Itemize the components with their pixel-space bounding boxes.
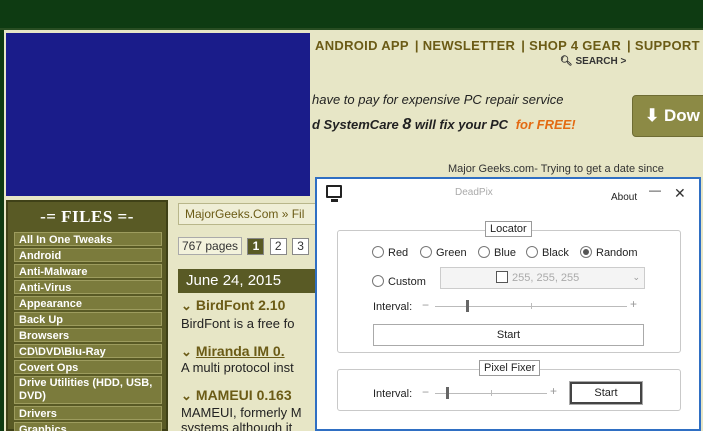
minus-icon[interactable]: − (422, 385, 429, 399)
search-icon: 🔍︎ (560, 56, 573, 67)
locator-start-button[interactable]: Start (373, 324, 644, 346)
category-item[interactable]: Browsers (14, 328, 162, 342)
category-item[interactable]: Graphics (14, 422, 162, 431)
chevron-down-icon: ⌄ (181, 344, 192, 359)
ad-free-label: for FREE! (515, 117, 576, 132)
chevron-down-icon: ⌄ (181, 298, 192, 313)
nav-link-android-app[interactable]: ANDROID APP (315, 38, 409, 53)
files-title: -= FILES =- (40, 207, 134, 226)
window-title: DeadPix (455, 187, 493, 198)
minimize-icon[interactable]: — (649, 183, 661, 197)
breadcrumb[interactable]: MajorGeeks.Com » Fil (178, 203, 328, 225)
category-item[interactable]: Android (14, 248, 162, 262)
radio-black[interactable]: Black (526, 246, 569, 259)
page-count: 767 pages (178, 237, 243, 255)
page-link[interactable]: 1 (247, 238, 265, 255)
plus-icon[interactable]: + (550, 384, 557, 398)
radio-red[interactable]: Red (372, 246, 408, 259)
files-sidebar: -= FILES =- All In One Tweaks Android An… (6, 200, 168, 431)
close-icon[interactable]: ✕ (674, 185, 686, 202)
article-title[interactable]: ⌄ BirdFont 2.10 (181, 297, 285, 314)
plus-icon[interactable]: + (630, 297, 637, 311)
category-item[interactable]: All In One Tweaks (14, 232, 162, 246)
locator-interval-label: Interval: (373, 301, 413, 313)
chevron-down-icon: ⌄ (181, 388, 192, 403)
screen: ANDROID APP | NEWSLETTER | SHOP 4 GEAR | SU… (0, 0, 703, 431)
page-link[interactable]: 2 (269, 238, 287, 255)
site-top-bar (0, 0, 703, 30)
color-swatch (496, 271, 508, 283)
slider-thumb[interactable] (465, 300, 469, 312)
search-link[interactable]: 🔍︎ SEARCH > (560, 56, 626, 67)
nav-link-shop[interactable]: SHOP 4 GEAR (529, 38, 621, 53)
deadpix-window: DeadPix About — ✕ Locator Red Green Blue… (315, 177, 701, 431)
minus-icon[interactable]: − (422, 298, 429, 312)
article-desc: MAMEUI, formerly M (181, 405, 302, 420)
radio-custom[interactable]: Custom (372, 275, 426, 288)
site-nav: ANDROID APP | NEWSLETTER | SHOP 4 GEAR | SU… (315, 38, 703, 53)
article-title[interactable]: ⌄ MAMEUI 0.163 (181, 387, 292, 404)
date-header: June 24, 2015 (178, 269, 328, 293)
custom-color-select[interactable]: 255, 255, 255 ⌄ (440, 267, 645, 289)
fixer-interval-label: Interval: (373, 388, 413, 400)
slider-thumb[interactable] (446, 387, 450, 399)
site-tagline: Major Geeks.com- Trying to get a date si… (448, 163, 664, 175)
monitor-icon (326, 185, 342, 202)
category-item[interactable]: Anti-Malware (14, 264, 162, 278)
category-item[interactable]: Back Up (14, 312, 162, 326)
download-button[interactable]: ⬇︎ Dow (632, 95, 703, 137)
fixer-interval-slider[interactable] (435, 387, 547, 399)
article-desc: BirdFont is a free fo (181, 316, 295, 331)
radio-blue[interactable]: Blue (478, 246, 516, 259)
pixel-fixer-label: Pixel Fixer (479, 360, 541, 376)
pagination: 767 pages 1 2 3 (178, 237, 310, 255)
article-desc: A multi protocol inst (181, 360, 294, 375)
ad-line-1: have to pay for expensive PC repair serv… (312, 92, 564, 107)
category-item[interactable]: Drivers (14, 406, 162, 420)
nav-link-support[interactable]: SUPPORT F (635, 38, 703, 53)
category-item[interactable]: Anti-Virus (14, 280, 162, 294)
about-button[interactable]: About (611, 192, 637, 203)
nav-link-newsletter[interactable]: NEWSLETTER (423, 38, 516, 53)
locator-interval-slider[interactable] (435, 300, 627, 312)
category-item[interactable]: CD\DVD\Blu-Ray (14, 344, 162, 358)
radio-random[interactable]: Random (580, 246, 638, 259)
article-title[interactable]: ⌄ Miranda IM 0. (181, 343, 285, 360)
ad-line-2: d SystemCare 8 will fix your PC for FREE… (312, 116, 576, 133)
fixer-start-button[interactable]: Start (569, 381, 643, 405)
category-item[interactable]: Drive Utilities (HDD, USB, DVD) (14, 376, 162, 404)
category-item[interactable]: Appearance (14, 296, 162, 310)
article-desc: systems although it (181, 420, 293, 431)
page-link[interactable]: 3 (292, 238, 310, 255)
title-bar[interactable]: DeadPix About — ✕ (317, 179, 699, 209)
chevron-down-icon: ⌄ (632, 272, 640, 282)
locator-label: Locator (485, 221, 532, 237)
radio-green[interactable]: Green (420, 246, 467, 259)
chevrons-down-icon: ⬇︎ (645, 106, 660, 125)
category-item[interactable]: Covert Ops (14, 360, 162, 374)
banner-image (6, 33, 310, 196)
